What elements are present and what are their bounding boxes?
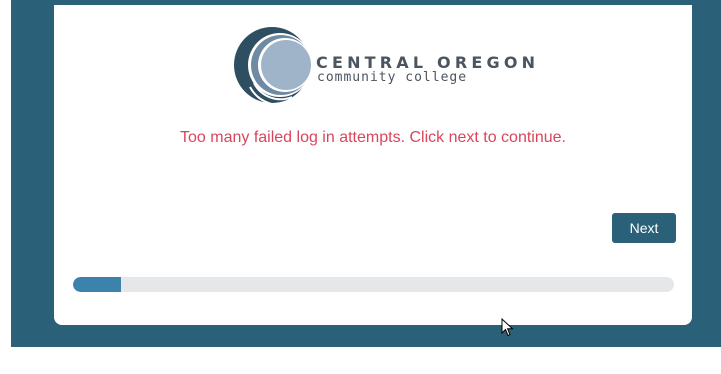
progress-bar	[73, 277, 674, 292]
logo-subtitle: community college	[317, 70, 468, 85]
login-card: CENTRAL OREGON community college Too man…	[54, 5, 692, 325]
error-message: Too many failed log in attempts. Click n…	[180, 129, 566, 146]
mouse-cursor-icon	[501, 318, 514, 337]
college-logo: CENTRAL OREGON community college	[230, 25, 535, 109]
progress-bar-fill	[73, 277, 122, 292]
next-button[interactable]: Next	[612, 213, 676, 243]
college-logo-icon	[234, 27, 312, 106]
